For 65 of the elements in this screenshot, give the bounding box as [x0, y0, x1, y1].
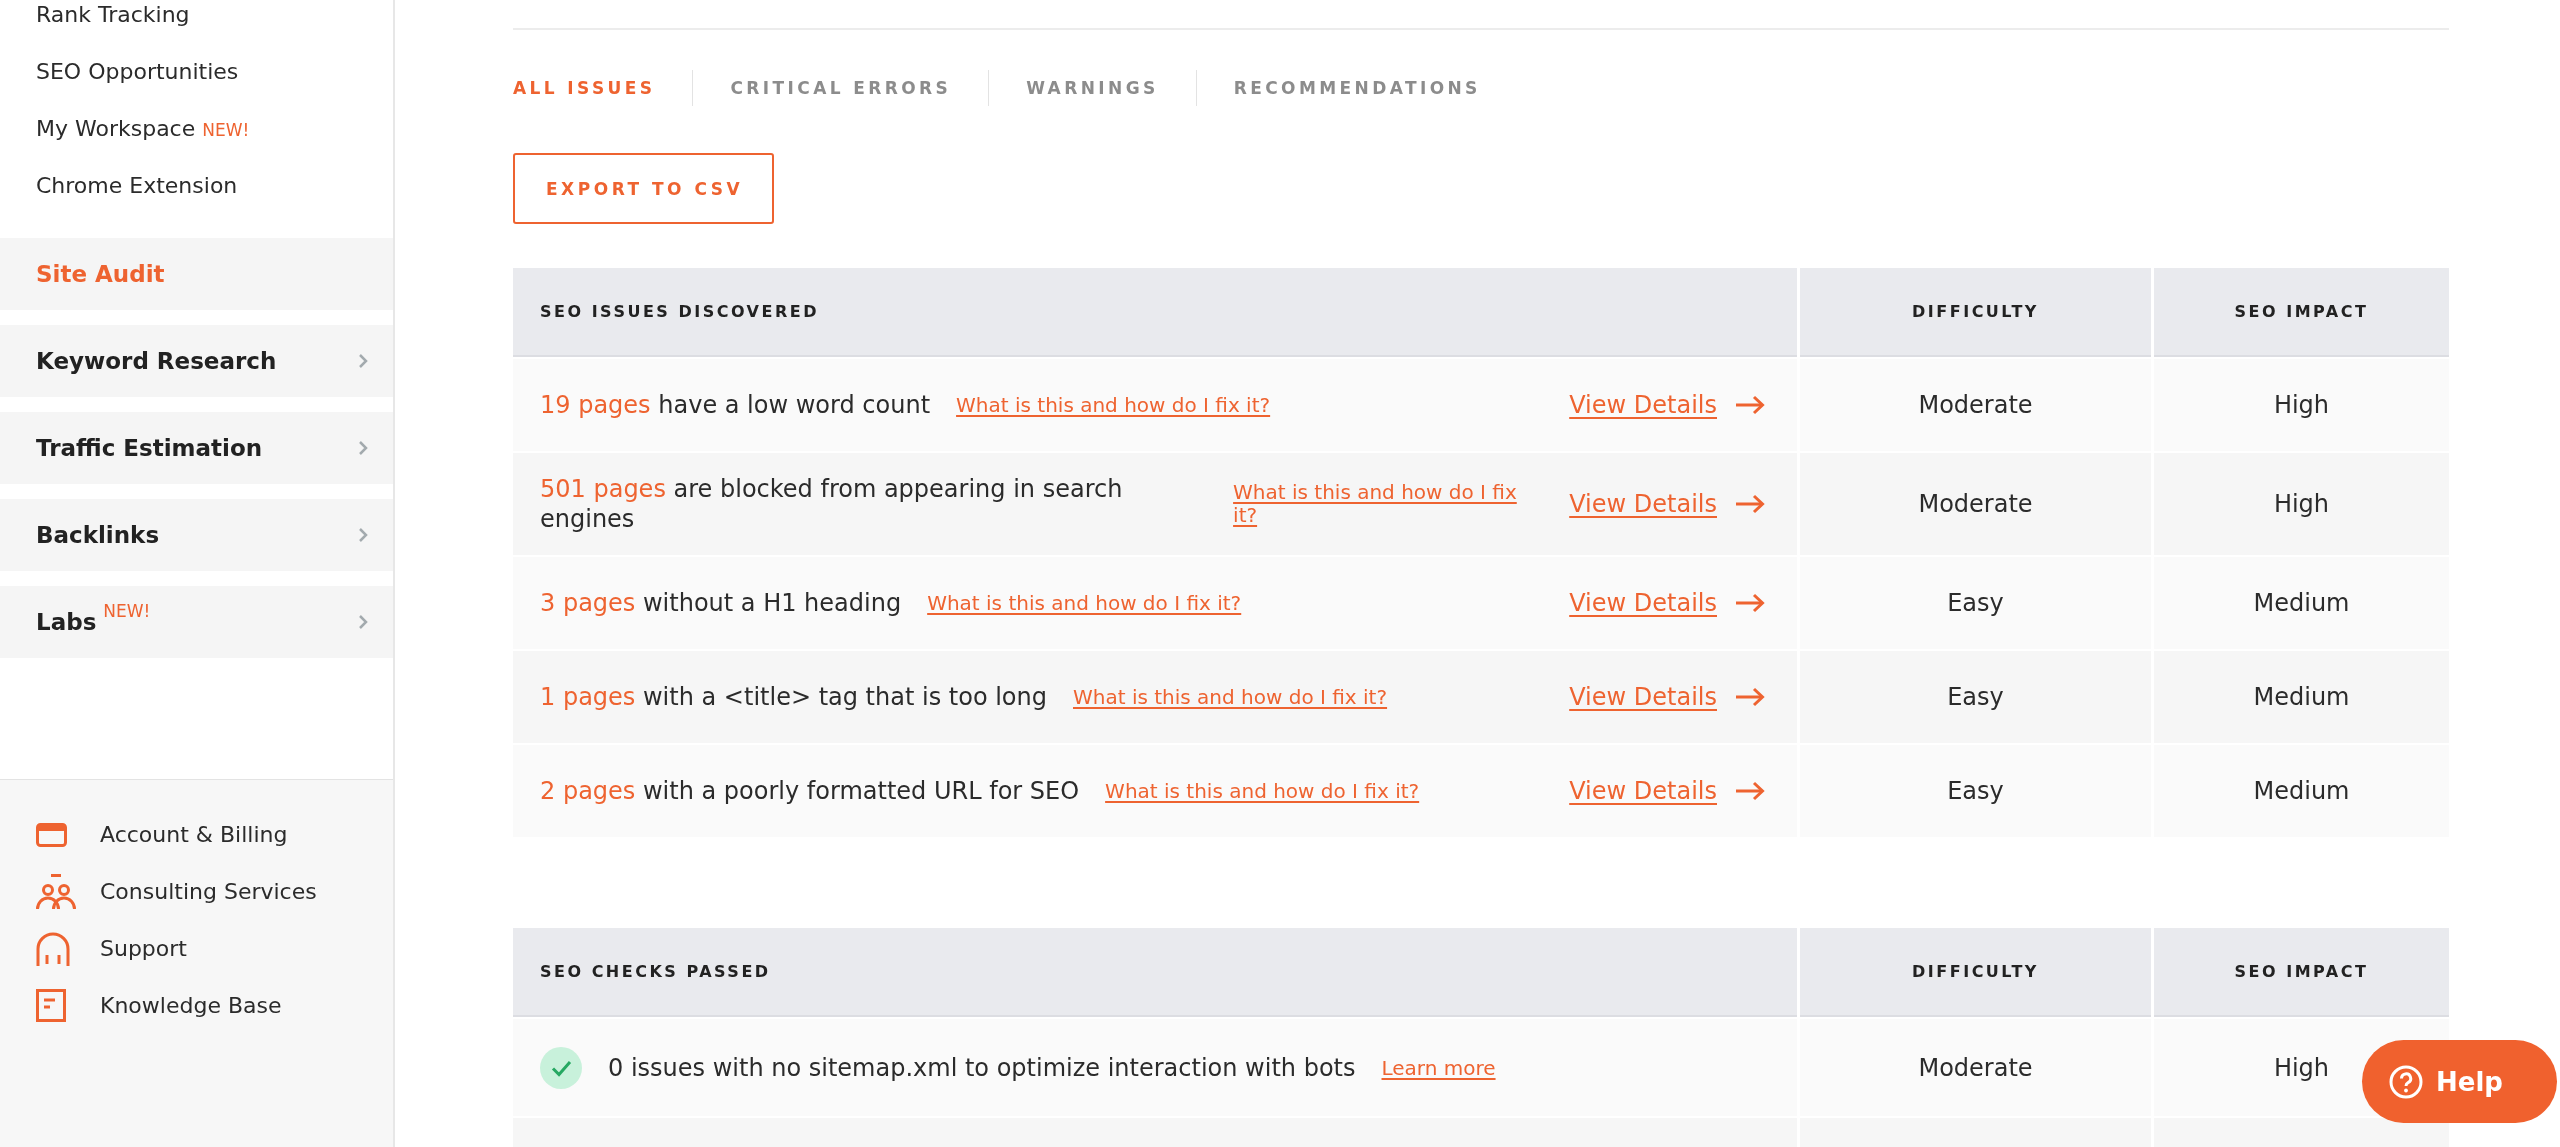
sidebar-link[interactable]: Rank Tracking: [36, 2, 190, 27]
learn-more-link[interactable]: Learn more: [1381, 1055, 1496, 1080]
issue-description: 3 pages without a H1 heading: [540, 588, 902, 618]
tab[interactable]: WARNINGS: [1026, 73, 1159, 103]
help-link[interactable]: What is this and how do I fix it?: [1105, 779, 1420, 803]
issue-description: 501 pages are blocked from appearing in search engines: [540, 474, 1124, 534]
new-label: NEW!: [202, 120, 250, 140]
view-details-link[interactable]: View Details: [1569, 683, 1765, 711]
nav-item[interactable]: Backlinks: [0, 499, 393, 571]
footer-link[interactable]: Support: [36, 931, 187, 966]
column-header: SEO ISSUES DISCOVERED: [513, 268, 1797, 357]
arrow-right-icon: [1735, 781, 1765, 801]
help-icon: [2389, 1064, 2423, 1099]
impact-cell: Medium: [2154, 557, 2449, 649]
issue-description: 1 pages with a <title> tag that is too long: [540, 682, 1047, 712]
document-icon: [36, 989, 66, 1022]
sidebar-link[interactable]: Chrome Extension: [36, 173, 238, 198]
new-label: NEW!: [103, 601, 151, 621]
impact-cell: Medium: [2154, 651, 2449, 743]
column-header: SEO IMPACT: [2154, 928, 2449, 1017]
help-link[interactable]: What is this and how do I fix it?: [956, 393, 1271, 417]
help-link[interactable]: What is this and how do I fix it?: [1233, 481, 1540, 527]
difficulty-cell: Moderate: [1800, 359, 2151, 451]
export-button[interactable]: EXPORT TO CSV: [513, 153, 775, 224]
arrow-right-icon: [1735, 687, 1765, 707]
column-header: SEO CHECKS PASSED: [513, 928, 1797, 1017]
tab[interactable]: ALL ISSUES: [513, 73, 656, 103]
help-link[interactable]: What is this and how do I fix it?: [1073, 685, 1388, 709]
impact-cell: High: [2154, 453, 2449, 555]
view-details-link[interactable]: View Details: [1569, 777, 1765, 805]
column-header: DIFFICULTY: [1800, 268, 2151, 357]
nav-item[interactable]: Site Audit: [0, 238, 393, 310]
nav-item[interactable]: Traffic Estimation: [0, 412, 393, 484]
column-header: SEO IMPACT: [2154, 268, 2449, 357]
difficulty-cell: Easy: [1800, 651, 2151, 743]
check-description: 0 issues with no sitemap.xml to optimize interaction with bots: [608, 1053, 1356, 1082]
difficulty-cell: Easy: [1800, 557, 2151, 649]
difficulty-cell: Moderate: [1800, 453, 2151, 555]
view-details-link[interactable]: View Details: [1569, 391, 1765, 419]
impact-cell: Medium: [2154, 745, 2449, 837]
arrow-right-icon: [1735, 494, 1765, 514]
arrow-right-icon: [1735, 395, 1765, 415]
issue-description: 19 pages have a low word count: [540, 390, 931, 420]
footer-link[interactable]: Consulting Services: [36, 873, 317, 910]
difficulty-cell: Moderate: [1800, 1019, 2151, 1116]
nav-item[interactable]: Keyword Research: [0, 325, 393, 397]
view-details-link[interactable]: View Details: [1569, 589, 1765, 617]
tab[interactable]: CRITICAL ERRORS: [730, 73, 952, 103]
impact-cell: High: [2154, 359, 2449, 451]
people-icon: [36, 873, 76, 910]
nav-item[interactable]: Labs NEW!: [0, 586, 393, 658]
view-details-link[interactable]: View Details: [1569, 490, 1765, 518]
difficulty-cell: Easy: [1800, 745, 2151, 837]
tab[interactable]: RECOMMENDATIONS: [1233, 73, 1481, 103]
sidebar-link[interactable]: My Workspace: [36, 116, 196, 141]
footer-link[interactable]: Knowledge Base: [36, 989, 282, 1022]
sidebar-link[interactable]: SEO Opportunities: [36, 59, 239, 84]
headset-icon: [36, 931, 70, 966]
credit-card-icon: [36, 822, 67, 847]
footer-link[interactable]: Account & Billing: [36, 822, 288, 847]
arrow-right-icon: [1735, 593, 1765, 613]
help-link[interactable]: What is this and how do I fix it?: [927, 591, 1242, 615]
column-header: DIFFICULTY: [1800, 928, 2151, 1017]
help-button[interactable]: Help: [2362, 1040, 2557, 1123]
issue-description: 2 pages with a poorly formatted URL for SEO: [540, 776, 1080, 806]
